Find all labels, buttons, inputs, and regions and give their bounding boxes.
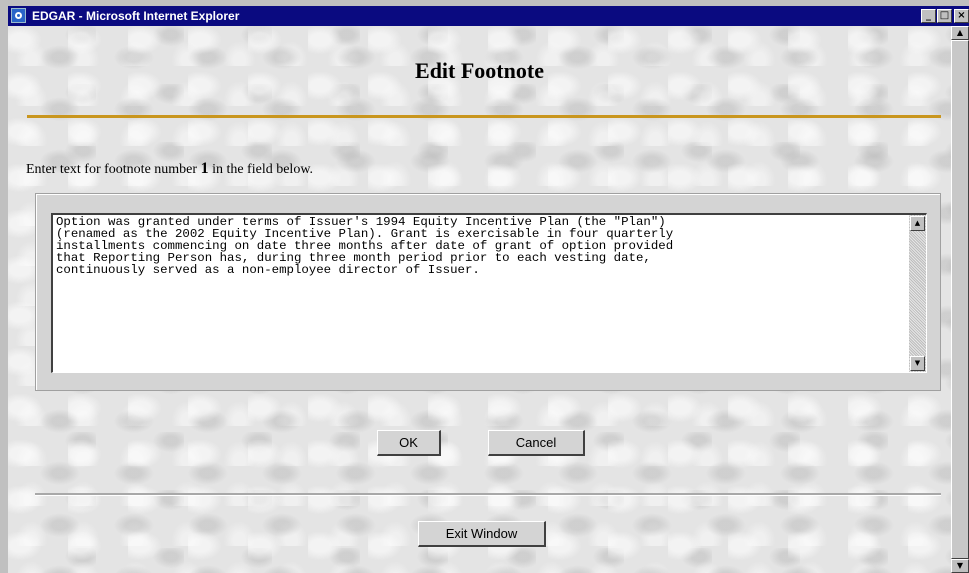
maximize-button[interactable]: □ (937, 9, 952, 23)
window-title: EDGAR - Microsoft Internet Explorer (32, 9, 240, 23)
instruction-text: Enter text for footnote number 1 in the … (26, 160, 313, 178)
scroll-up-arrow-icon[interactable]: ▲ (910, 216, 925, 231)
textarea-scrollbar[interactable]: ▲ ▼ (909, 215, 926, 372)
window-scrollbar[interactable]: ▲ ▼ (951, 26, 969, 573)
page-content: Edit Footnote Enter text for footnote nu… (8, 26, 951, 573)
cancel-button[interactable]: Cancel (488, 430, 585, 456)
close-button[interactable]: × (954, 9, 969, 23)
instruction-suffix: in the field below. (208, 162, 314, 177)
footnote-number: 1 (200, 160, 209, 177)
section-divider (35, 493, 941, 496)
heading-divider (27, 115, 941, 118)
title-bar[interactable]: EDGAR - Microsoft Internet Explorer _ □ … (8, 6, 969, 26)
page-title: Edit Footnote (415, 58, 544, 83)
footnote-panel: Option was granted under terms of Issuer… (35, 193, 941, 391)
window-scroll-up-icon[interactable]: ▲ (951, 26, 969, 40)
minimize-button[interactable]: _ (921, 9, 936, 23)
browser-window: EDGAR - Microsoft Internet Explorer _ □ … (0, 0, 969, 573)
scroll-down-arrow-icon[interactable]: ▼ (910, 356, 925, 371)
exit-window-button[interactable]: Exit Window (418, 521, 546, 547)
footnote-text[interactable]: Option was granted under terms of Issuer… (56, 216, 886, 366)
internet-explorer-icon (11, 8, 26, 23)
footnote-textarea[interactable]: Option was granted under terms of Issuer… (51, 213, 927, 373)
window-scroll-thumb[interactable] (951, 40, 969, 559)
instruction-prefix: Enter text for footnote number (26, 162, 201, 177)
ok-button[interactable]: OK (377, 430, 441, 456)
window-scroll-down-icon[interactable]: ▼ (951, 559, 969, 573)
